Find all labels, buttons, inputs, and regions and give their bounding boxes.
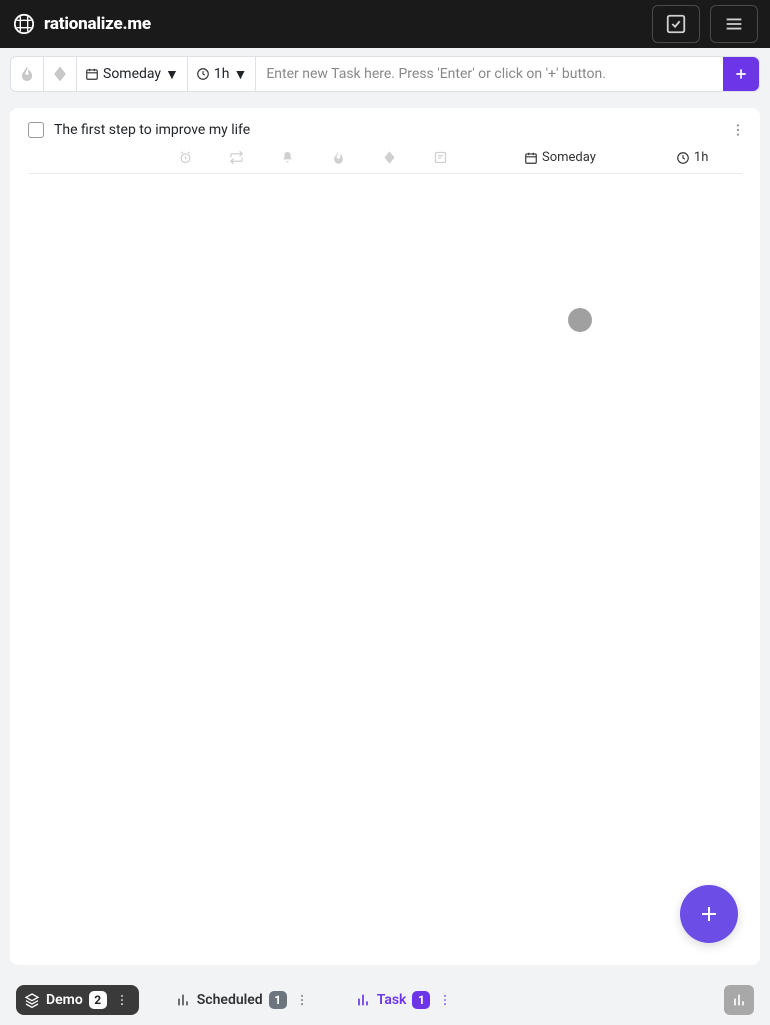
task-duration-chip[interactable]: 1h [676, 150, 708, 165]
bell-icon[interactable] [280, 150, 295, 165]
task-checkbox[interactable] [28, 122, 44, 138]
task-title: The first step to improve my life [54, 122, 250, 138]
brand[interactable]: rationalize.me [12, 12, 151, 36]
task-head: The first step to improve my life [28, 122, 742, 138]
duration-selector[interactable]: 1h ▼ [188, 57, 256, 91]
header-actions [652, 5, 758, 43]
app-header: rationalize.me [0, 0, 770, 48]
fire-icon[interactable] [331, 150, 346, 165]
menu-button[interactable] [710, 5, 758, 43]
view-task-count: 1 [412, 991, 430, 1009]
view-demo-more[interactable] [113, 993, 131, 1007]
stats-button[interactable] [724, 985, 754, 1015]
more-vertical-icon [438, 993, 452, 1007]
plus-icon [733, 66, 749, 82]
diamond-icon[interactable] [382, 150, 397, 165]
view-task-chip[interactable]: Task 1 [347, 985, 463, 1015]
fab-add-button[interactable] [680, 885, 738, 943]
view-scheduled-count: 1 [269, 991, 287, 1009]
view-scheduled-more[interactable] [293, 993, 311, 1007]
more-vertical-icon [115, 993, 129, 1007]
view-demo-label: Demo [46, 992, 83, 1008]
layers-icon [24, 992, 40, 1008]
view-scheduled-label: Scheduled [197, 992, 263, 1008]
view-demo-chip[interactable]: Demo 2 [16, 985, 139, 1015]
calendar-icon [524, 151, 538, 165]
view-task-more[interactable] [436, 993, 454, 1007]
priority-diamond-button[interactable] [44, 57, 77, 91]
clock-icon [676, 151, 690, 165]
chevron-down-icon: ▼ [165, 66, 179, 83]
duration-label: 1h [214, 66, 230, 82]
task-row[interactable]: The first step to improve my life Someda… [10, 108, 760, 174]
task-list-card: The first step to improve my life Someda… [10, 108, 760, 965]
alarm-icon[interactable] [178, 150, 193, 165]
view-scheduled-chip[interactable]: Scheduled 1 [167, 985, 319, 1015]
task-more-button[interactable] [730, 122, 746, 138]
cursor-indicator [568, 308, 592, 332]
clock-icon [196, 67, 210, 81]
brand-text: rationalize.me [44, 14, 151, 34]
priority-fire-button[interactable] [11, 57, 44, 91]
more-vertical-icon [730, 122, 746, 138]
bottom-bar: Demo 2 Scheduled 1 Task 1 [0, 975, 770, 1025]
task-schedule-value: Someday [542, 150, 596, 165]
plus-icon [697, 902, 721, 926]
more-vertical-icon [295, 993, 309, 1007]
schedule-label: Someday [103, 66, 161, 82]
view-task-label: Task [377, 992, 407, 1008]
task-meta: Someday 1h [28, 142, 742, 174]
bars-icon [175, 992, 191, 1008]
chevron-down-icon: ▼ [233, 66, 247, 83]
task-schedule-chip[interactable]: Someday [524, 150, 596, 165]
new-task-toolbar: Someday ▼ 1h ▼ [10, 56, 760, 92]
tasks-toggle-button[interactable] [652, 5, 700, 43]
view-demo-count: 2 [89, 991, 107, 1009]
add-task-button[interactable] [723, 57, 759, 91]
new-task-input[interactable] [256, 57, 723, 91]
repeat-icon[interactable] [229, 150, 244, 165]
bars-icon [731, 992, 747, 1008]
task-duration-value: 1h [694, 150, 708, 165]
note-icon[interactable] [433, 150, 448, 165]
schedule-selector[interactable]: Someday ▼ [77, 57, 188, 91]
brand-icon [12, 12, 36, 36]
bars-icon [355, 992, 371, 1008]
calendar-icon [85, 67, 99, 81]
